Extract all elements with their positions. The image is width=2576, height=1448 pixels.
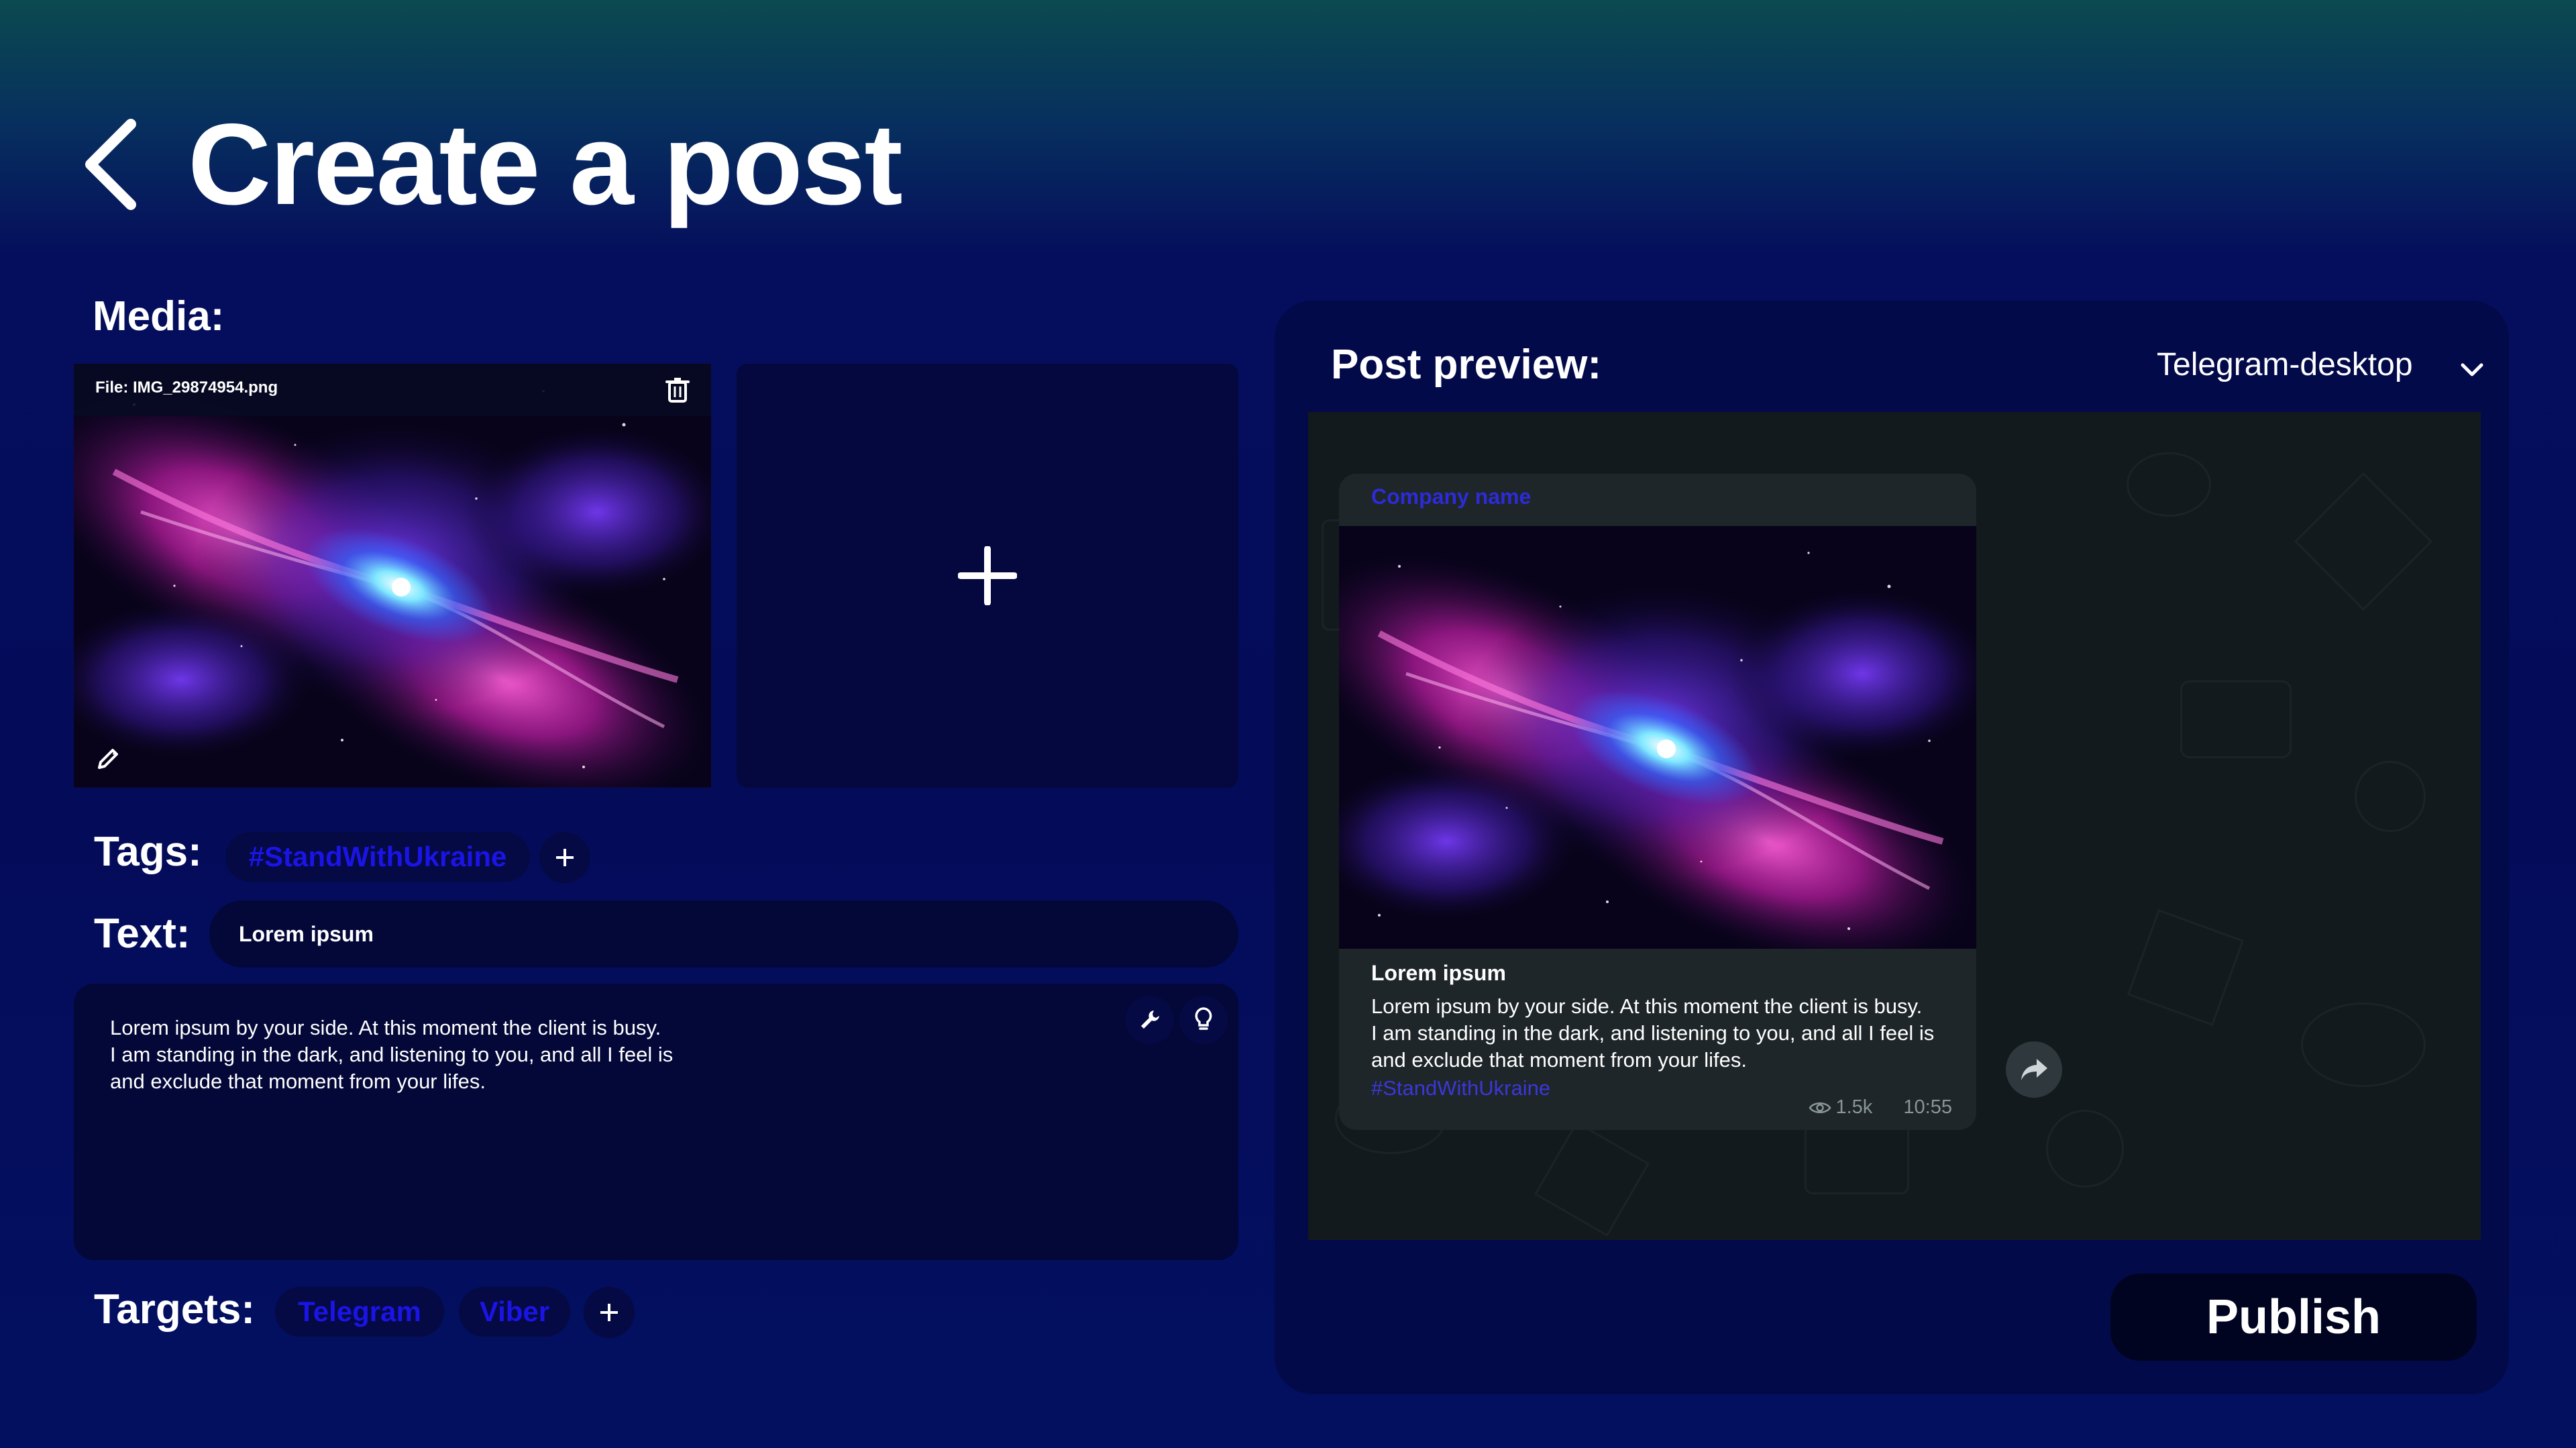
eye-icon: [1809, 1102, 1831, 1113]
post-title-input[interactable]: Lorem ipsum: [209, 900, 1238, 968]
platform-select[interactable]: Telegram-desktop: [2157, 346, 2413, 383]
media-item-header: File: IMG_29874954.png: [74, 364, 711, 416]
share-button[interactable]: [2006, 1041, 2062, 1098]
post-title: Lorem ipsum: [1371, 961, 1506, 985]
post-image: [1339, 526, 1976, 949]
add-target-button[interactable]: [584, 1287, 635, 1338]
page-title: Create a post: [188, 100, 903, 229]
back-chevron-icon[interactable]: [74, 114, 148, 215]
tag-chip[interactable]: #StandWithUkraine: [225, 832, 530, 882]
lightbulb-icon: [1195, 1007, 1212, 1030]
media-label: Media:: [93, 293, 225, 340]
post-hashtag[interactable]: #StandWithUkraine: [1371, 1076, 1550, 1100]
wrench-icon: [1141, 1011, 1159, 1029]
company-name: Company name: [1371, 484, 1532, 509]
chevron-down-icon[interactable]: [2459, 360, 2485, 380]
publish-button[interactable]: Publish: [2110, 1274, 2477, 1361]
preview-label: Post preview:: [1331, 342, 1602, 388]
post-body-textarea[interactable]: Lorem ipsum by your side. At this moment…: [74, 984, 1238, 1260]
add-media-button[interactable]: [737, 364, 1238, 788]
file-name: File: IMG_29874954.png: [95, 378, 278, 397]
views-count: 1.5k: [1835, 1096, 1873, 1118]
message-bubble: Company name Lorem ipsum Lorem ipsum by …: [1339, 474, 1976, 1130]
media-item[interactable]: File: IMG_29874954.png: [74, 364, 711, 788]
message-time: 10:55: [1903, 1096, 1952, 1118]
plus-icon: [958, 546, 1017, 605]
text-label: Text:: [94, 911, 191, 957]
target-chip-telegram[interactable]: Telegram: [275, 1287, 444, 1337]
trash-icon[interactable]: [664, 376, 691, 404]
nebula-image: [74, 364, 711, 788]
target-chip-viber[interactable]: Viber: [459, 1287, 570, 1337]
post-body-text: Lorem ipsum by your side. At this moment…: [110, 1016, 674, 1093]
lightbulb-button[interactable]: [1179, 996, 1228, 1044]
nebula-image: [1339, 526, 1976, 949]
share-arrow-icon: [2021, 1059, 2047, 1080]
message-meta: 1.5k 10:55: [1809, 1096, 1952, 1119]
pencil-icon[interactable]: [94, 746, 121, 773]
targets-label: Targets:: [94, 1286, 256, 1333]
wrench-button[interactable]: [1126, 996, 1174, 1044]
tags-label: Tags:: [94, 829, 202, 875]
post-body: Lorem ipsum by your side. At this moment…: [1371, 994, 1935, 1072]
add-tag-button[interactable]: [539, 832, 590, 883]
